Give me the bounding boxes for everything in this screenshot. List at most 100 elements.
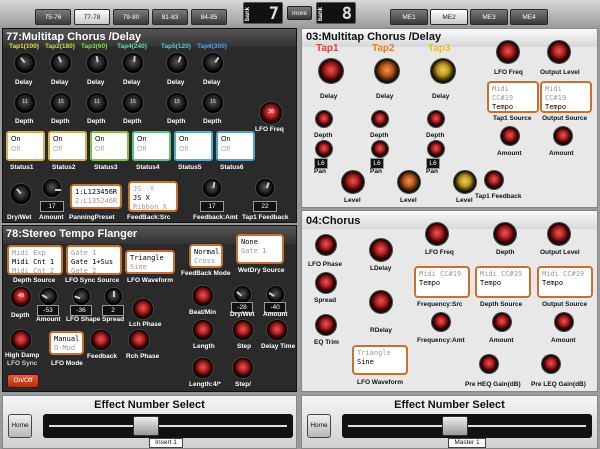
tap1-source-field[interactable]: Midi CC#19 Tempo (487, 81, 539, 113)
tap1-depth-knob-03[interactable] (316, 111, 332, 127)
spread-knob-04[interactable] (316, 273, 336, 293)
step-knob[interactable] (233, 320, 253, 340)
tap2-level-knob-03[interactable] (398, 171, 420, 193)
feedback-src-field[interactable]: JS -Y JS X Ribbon X (128, 181, 178, 212)
on-off-button[interactable]: On/Off (7, 374, 39, 388)
tab-me3[interactable]: ME3 (470, 9, 508, 25)
lfo-waveform-field[interactable]: Triangle Sine (125, 250, 175, 274)
tap5-depth-knob[interactable]: 15 (167, 93, 187, 113)
lfo-freq-knob-03[interactable] (497, 41, 519, 63)
effect-slider-thumb-right[interactable] (442, 416, 468, 436)
tap1-depth-knob[interactable]: 11 (15, 93, 35, 113)
depth-knob-04[interactable] (494, 223, 516, 245)
tab-75-76[interactable]: 75-76 (35, 9, 71, 25)
beat-min-knob[interactable] (193, 286, 213, 306)
rch-phase-knob[interactable] (129, 330, 149, 350)
tap3-depth-knob-03[interactable] (428, 111, 444, 127)
rdelay-knob[interactable] (370, 291, 392, 313)
depth-knob[interactable]: 40 (11, 287, 31, 307)
lfo-phase-knob[interactable] (316, 235, 336, 255)
tap1-level-knob-03[interactable] (342, 171, 364, 193)
frequency-amt-knob[interactable] (432, 313, 450, 331)
pre-leq-gain-knob[interactable] (542, 355, 560, 373)
output-level-knob-04[interactable] (548, 223, 570, 245)
amount-knob-04a[interactable] (493, 313, 511, 331)
status3-toggle[interactable]: On Off (90, 131, 129, 161)
amount-knob[interactable] (43, 179, 61, 197)
lch-phase-knob[interactable] (133, 299, 153, 319)
home-button-left[interactable]: Home (8, 414, 32, 438)
tab-79-80[interactable]: 79-80 (113, 9, 149, 25)
effect-slider-right[interactable] (342, 414, 592, 438)
tap1-feedback-knob-03[interactable] (485, 171, 503, 189)
effect-slider-thumb-left[interactable] (133, 416, 159, 436)
amount-knob-78[interactable] (40, 288, 57, 305)
wetdry-source-field[interactable]: None Gate 1 (236, 234, 284, 264)
amount-knob-04b[interactable] (555, 313, 573, 331)
tap6-depth-knob[interactable]: 15 (203, 93, 223, 113)
feedback-amt-knob[interactable] (203, 179, 221, 197)
tap3-delay-knob[interactable] (87, 53, 107, 73)
eq-trim-knob[interactable] (316, 315, 336, 335)
lfo-sync-source-field[interactable]: Gate 1 Gate 1+Sus Gate 2 (66, 245, 122, 275)
output-source-field-04[interactable]: Midi CC#19 Tempo (537, 266, 593, 298)
tap3-level-knob-03[interactable] (454, 171, 476, 193)
tap1-pan-knob-03[interactable] (316, 141, 332, 157)
lfo-shape-knob[interactable] (73, 288, 90, 305)
panning-preset-field[interactable]: 1:L123456R 2:L135246R (70, 184, 122, 209)
amount-knob-03a[interactable] (501, 127, 519, 145)
output-source-field[interactable]: Midi CC#19 Tempo (540, 81, 592, 113)
delay-time-knob[interactable] (267, 320, 287, 340)
tab-me4[interactable]: ME4 (510, 9, 548, 25)
tap1-delay-knob[interactable] (15, 53, 35, 73)
output-level-knob-03[interactable] (548, 41, 570, 63)
tap2-depth-knob-03[interactable] (372, 111, 388, 127)
amount2-knob-78[interactable] (267, 286, 284, 303)
effect-slider-left[interactable] (43, 414, 293, 438)
drywet-knob[interactable] (11, 184, 31, 204)
tab-77-78[interactable]: 77-78 (74, 9, 110, 25)
amount-knob-03b[interactable] (554, 127, 572, 145)
tap2-delay-knob-03[interactable] (375, 59, 399, 83)
tap4-depth-knob[interactable]: 15 (123, 93, 143, 113)
spread-knob[interactable] (105, 288, 122, 305)
tap3-depth-knob[interactable]: 11 (87, 93, 107, 113)
tap2-delay-knob[interactable] (51, 53, 71, 73)
lfo-freq-knob-04[interactable] (426, 223, 448, 245)
lfo-waveform-field-04[interactable]: Triangle Sine (352, 345, 408, 375)
length-knob[interactable] (193, 320, 213, 340)
tap1-feedback-knob[interactable] (256, 179, 274, 197)
length4-knob[interactable] (193, 358, 213, 378)
tab-81-83[interactable]: 81-83 (152, 9, 188, 25)
depth-source-field-04[interactable]: Midi CC#19 Tempo (475, 266, 531, 298)
tap3-pan-knob-03[interactable] (428, 141, 444, 157)
lfo-mode-field[interactable]: Manual O-Mod (49, 331, 84, 355)
tap3-delay-knob-03[interactable] (431, 59, 455, 83)
pre-heq-gain-knob[interactable] (480, 355, 498, 373)
tap1-delay-knob-03[interactable] (319, 59, 343, 83)
status1-toggle[interactable]: On Off (6, 131, 45, 161)
tap5-delay-knob[interactable] (167, 53, 187, 73)
tab-84-85[interactable]: 84-85 (191, 9, 227, 25)
home-button-right[interactable]: Home (307, 414, 331, 438)
tap2-pan-knob-03[interactable] (372, 141, 388, 157)
status6-toggle[interactable]: On Off (216, 131, 255, 161)
feedback-mode-field[interactable]: Normal Cross (189, 244, 223, 268)
feedback-knob-78[interactable] (91, 330, 111, 350)
frequency-src-field[interactable]: Midi CC#19 Tempo (414, 266, 470, 298)
tap4-delay-knob[interactable] (123, 53, 143, 73)
tab-me1[interactable]: ME1 (390, 9, 428, 25)
status2-toggle[interactable]: On Off (48, 131, 87, 161)
depth-source-field[interactable]: Midi Exp Midi Cnt 1 Midi Cnt 2 (7, 245, 63, 275)
high-damp-knob[interactable] (11, 330, 31, 350)
tap2-depth-knob[interactable]: 15 (51, 93, 71, 113)
lfo-freq-knob[interactable]: 30 (260, 102, 282, 124)
tap6-delay-knob[interactable] (203, 53, 223, 73)
drywet-knob-78[interactable] (234, 286, 251, 303)
step2-knob[interactable] (233, 358, 253, 378)
ldelay-knob[interactable] (370, 239, 392, 261)
tab-me2[interactable]: ME2 (430, 9, 468, 25)
status4-toggle[interactable]: On Off (132, 131, 171, 161)
more-button[interactable]: more (287, 6, 312, 20)
status5-toggle[interactable]: On Off (174, 131, 213, 161)
